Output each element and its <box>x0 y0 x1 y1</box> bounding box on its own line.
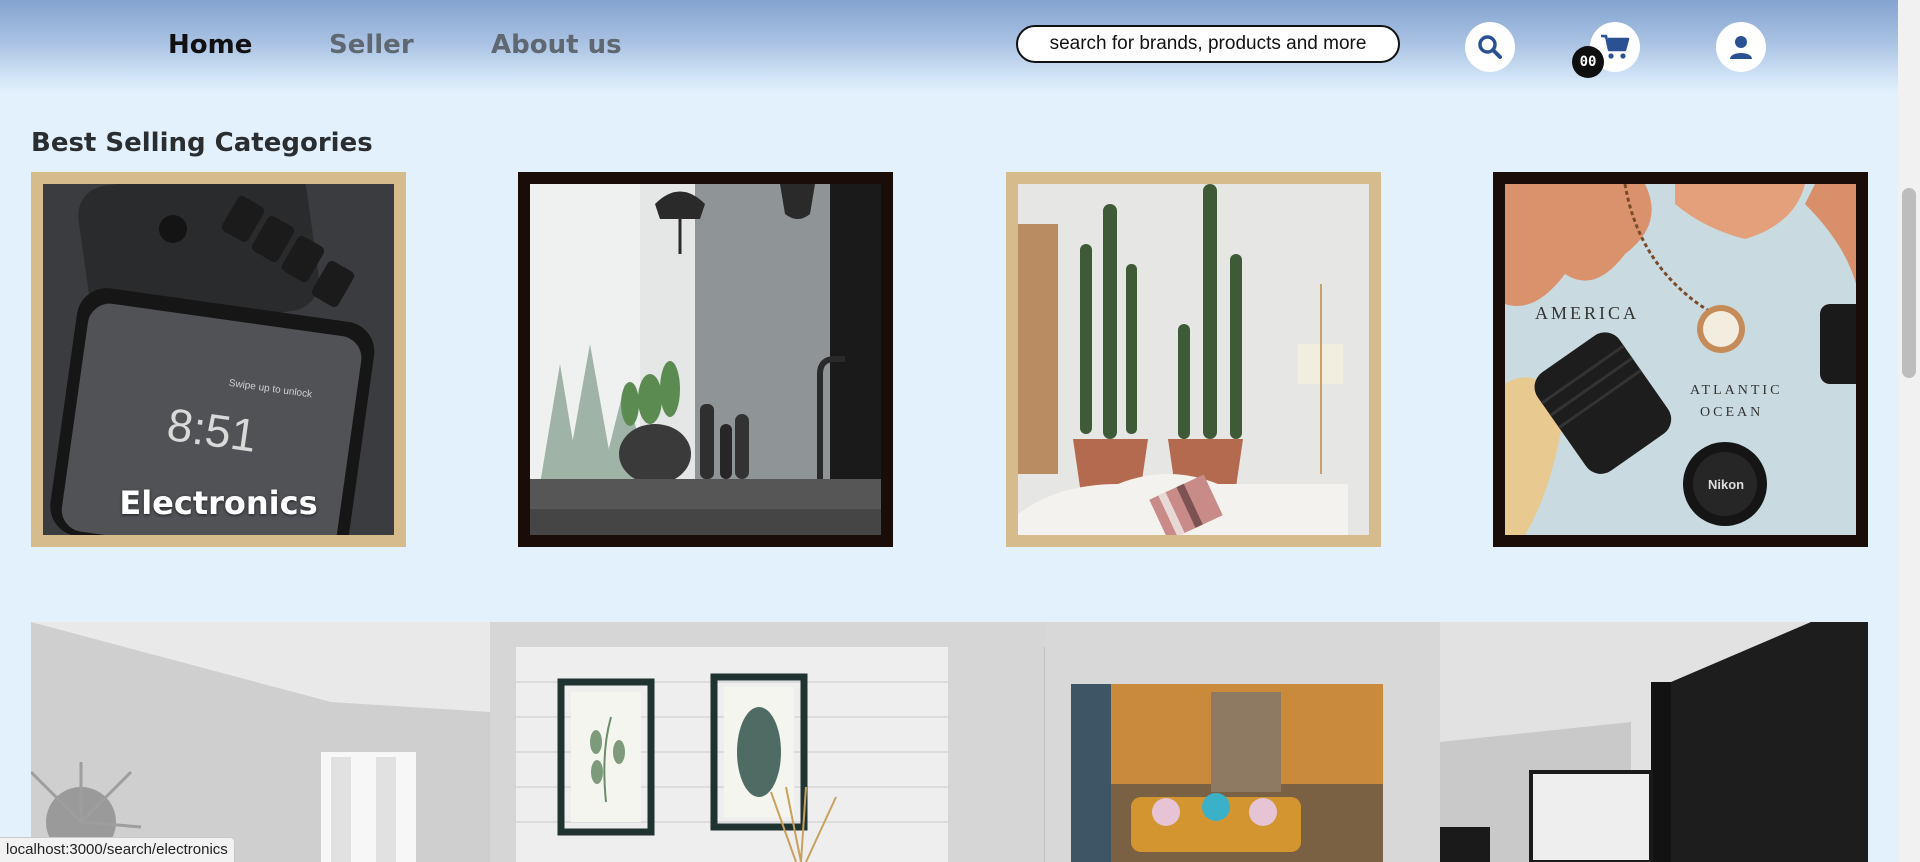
account-button[interactable] <box>1716 22 1766 72</box>
promo-banner[interactable] <box>31 622 1868 862</box>
camera-map-image: AMERICA ATLANTIC OCEAN Nikon <box>1505 184 1856 535</box>
category-label: Electronics <box>119 484 318 522</box>
electronics-image: 8:51 Swipe up to unlock <box>43 184 394 535</box>
svg-text:Nikon: Nikon <box>1708 477 1744 492</box>
scrollbar-thumb[interactable] <box>1902 188 1916 378</box>
svg-text:ATLANTIC: ATLANTIC <box>1690 383 1782 398</box>
banner-image <box>31 622 1868 862</box>
nav-about-link[interactable]: About us <box>491 30 622 60</box>
cactus-plants-image <box>1018 184 1369 535</box>
svg-text:OCEAN: OCEAN <box>1700 405 1763 420</box>
section-title: Best Selling Categories <box>31 128 373 158</box>
header: Home Seller About us 00 <box>0 0 1898 94</box>
page-scrollbar[interactable] <box>1898 0 1920 862</box>
search-icon <box>1478 35 1502 59</box>
nav-home-link[interactable]: Home <box>168 30 252 60</box>
search-input[interactable] <box>1016 25 1400 63</box>
cart-icon <box>1601 34 1630 59</box>
user-icon <box>1730 36 1752 59</box>
nav-seller-link[interactable]: Seller <box>329 30 414 60</box>
category-card-cameras[interactable]: AMERICA ATLANTIC OCEAN Nikon <box>1493 172 1868 547</box>
category-card-home-decor[interactable] <box>518 172 893 547</box>
category-card-electronics[interactable]: 8:51 Swipe up to unlock Electronics <box>31 172 406 547</box>
svg-text:AMERICA: AMERICA <box>1535 303 1639 323</box>
category-card-plants[interactable] <box>1006 172 1381 547</box>
kitchen-interior-image <box>530 184 881 535</box>
status-bar-url: localhost:3000/search/electronics <box>0 837 235 862</box>
search-button[interactable] <box>1465 22 1515 72</box>
cart-count-badge: 00 <box>1572 46 1604 78</box>
